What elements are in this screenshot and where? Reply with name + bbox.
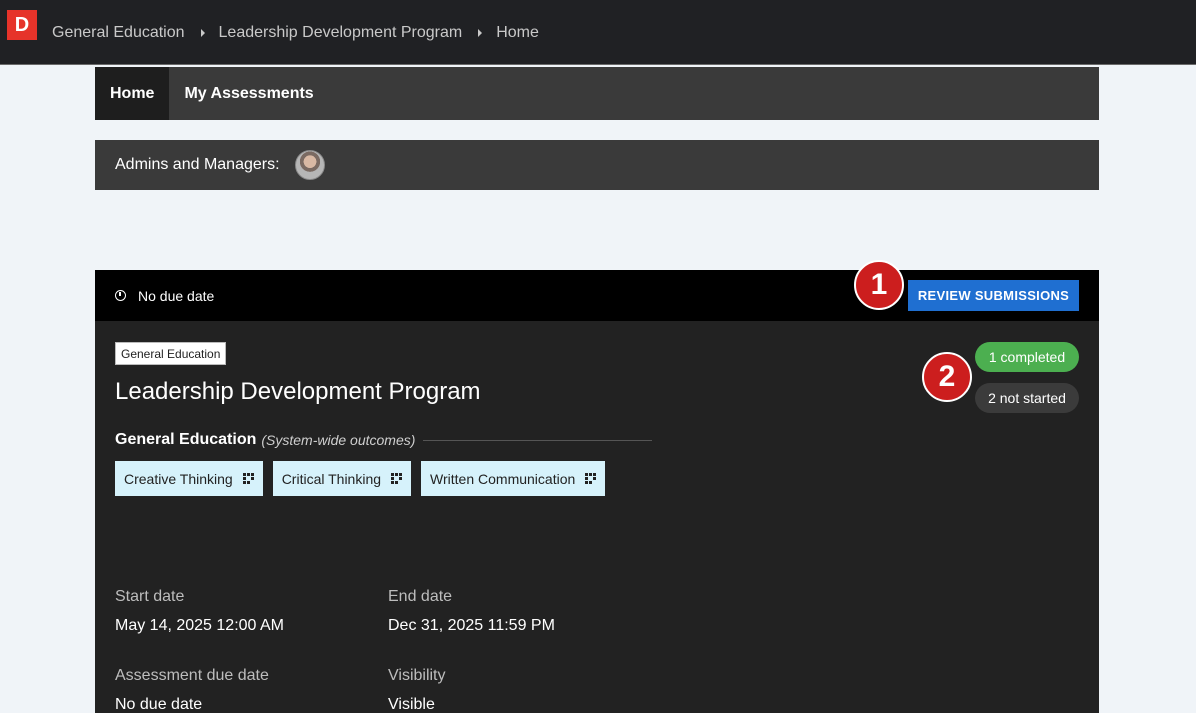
breadcrumb-general-education[interactable]: General Education xyxy=(52,24,185,42)
visibility-label: Visibility xyxy=(388,667,446,684)
visibility-field: Visibility Visible xyxy=(388,667,446,713)
due-info: No due date xyxy=(115,270,214,321)
due-date-label: Assessment due date xyxy=(115,667,269,684)
outcome-chips: Creative Thinking Critical Thinking Writ… xyxy=(115,461,615,496)
end-date-label: End date xyxy=(388,588,453,605)
outcome-chip-written-communication[interactable]: Written Communication xyxy=(421,461,606,496)
top-bar: D General Education Leadership Developme… xyxy=(0,0,1196,65)
review-submissions-button[interactable]: REVIEW SUBMISSIONS xyxy=(908,280,1079,311)
breadcrumb-home[interactable]: Home xyxy=(496,24,539,42)
nav-tabs: Home My Assessments xyxy=(95,67,1099,120)
outcome-chip-critical-thinking[interactable]: Critical Thinking xyxy=(272,461,412,496)
end-date-value: Dec 31, 2025 11:59 PM xyxy=(388,617,555,634)
tab-home[interactable]: Home xyxy=(95,67,170,120)
chevron-right-icon xyxy=(200,28,205,37)
end-date-field: End date Dec 31, 2025 11:59 PM xyxy=(388,588,555,635)
app-logo[interactable]: D xyxy=(7,10,37,40)
admins-label: Admins and Managers: xyxy=(115,156,280,173)
outcomes-header: General Education (System-wide outcomes) xyxy=(115,431,652,449)
admins-bar: Admins and Managers: xyxy=(95,140,1099,190)
outcomes-group-name: General Education xyxy=(115,431,257,448)
status-badge-completed[interactable]: 1 completed xyxy=(975,342,1079,372)
annotation-marker-2: 2 xyxy=(922,352,972,402)
rubric-icon xyxy=(391,473,403,484)
divider xyxy=(423,439,652,441)
due-text: No due date xyxy=(138,287,215,304)
outcome-chip-creative-thinking[interactable]: Creative Thinking xyxy=(115,461,263,496)
outcome-chip-label: Critical Thinking xyxy=(281,470,382,487)
visibility-value: Visible xyxy=(388,696,435,713)
due-date-value: No due date xyxy=(115,696,203,713)
page-title: Leadership Development Program xyxy=(115,378,481,405)
outcome-chip-label: Creative Thinking xyxy=(124,470,233,487)
annotation-marker-1: 1 xyxy=(854,260,904,310)
assessment-card-header: No due date REVIEW SUBMISSIONS xyxy=(95,270,1099,321)
start-date-field: Start date May 14, 2025 12:00 AM xyxy=(115,588,284,635)
start-date-value: May 14, 2025 12:00 AM xyxy=(115,617,284,634)
avatar[interactable] xyxy=(294,150,325,180)
outcome-chip-label: Written Communication xyxy=(430,470,576,487)
outcomes-group-sub: (System-wide outcomes) xyxy=(261,432,416,448)
chevron-right-icon xyxy=(478,28,483,37)
rubric-icon xyxy=(585,473,597,484)
clock-icon xyxy=(115,290,126,301)
program-tag: General Education xyxy=(115,342,227,365)
due-date-field: Assessment due date No due date xyxy=(115,667,269,713)
breadcrumb-leadership-program[interactable]: Leadership Development Program xyxy=(219,24,463,42)
status-badge-not-started[interactable]: 2 not started xyxy=(975,383,1079,413)
rubric-icon xyxy=(242,473,254,484)
breadcrumb: General Education Leadership Development… xyxy=(52,0,539,65)
start-date-label: Start date xyxy=(115,588,185,605)
tab-my-assessments[interactable]: My Assessments xyxy=(169,67,328,120)
